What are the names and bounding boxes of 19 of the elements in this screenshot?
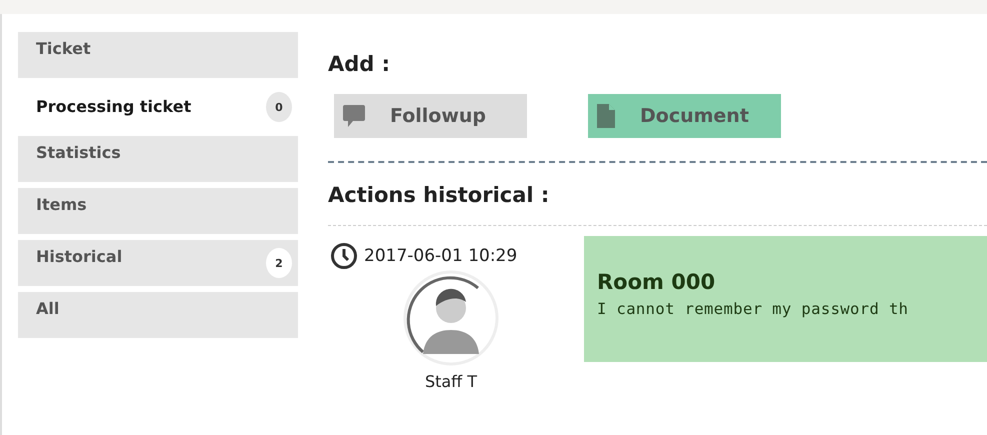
sidebar-item[interactable]: Ticket	[18, 32, 298, 78]
add-button[interactable]: Followup	[334, 94, 527, 138]
section-title: Add :	[328, 52, 392, 76]
message-text: I cannot remember my password th	[597, 300, 910, 318]
sidebar-item[interactable]: Statistics	[18, 136, 298, 182]
count-badge: 0	[266, 92, 292, 122]
sidebar-item[interactable]: Historical 2	[18, 240, 298, 286]
sidebar-item[interactable]: Items	[18, 188, 298, 234]
speech-bubble-icon	[342, 103, 366, 129]
sidebar-item[interactable]: All	[18, 292, 298, 338]
section-title: Actions historical :	[328, 183, 550, 207]
message-title: Room 000	[597, 270, 716, 294]
avatar-icon	[403, 270, 499, 366]
author-name: Staff T	[424, 372, 478, 391]
clock-icon	[330, 242, 358, 270]
count-badge: 2	[266, 248, 292, 278]
timestamp: 2017-06-01 10:29	[364, 246, 518, 266]
add-button[interactable]: Document	[588, 94, 781, 138]
document-icon	[596, 103, 616, 129]
